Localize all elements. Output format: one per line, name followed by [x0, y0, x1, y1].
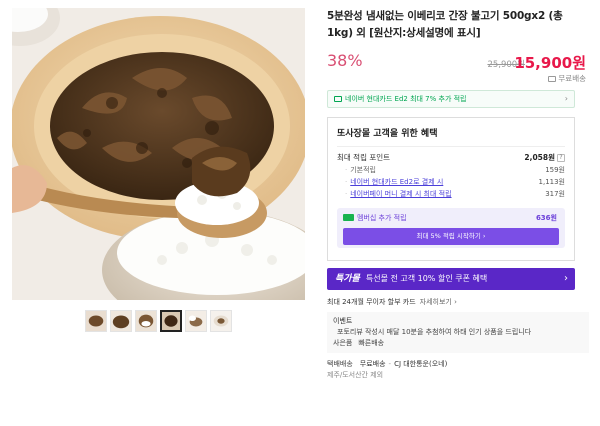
card-banner-text: 네이버 현대카드 Ed2 최대 7% 추가 적립 [345, 95, 467, 103]
points-item-value: 1,113원 [538, 178, 565, 186]
thumbnail-strip [85, 310, 232, 332]
membership-badge-icon [343, 214, 354, 221]
question-icon[interactable]: ? [557, 154, 565, 162]
membership-start-button[interactable]: 최대 5% 적립 시작하기 › [343, 228, 559, 245]
installment-text: 최대 24개월 무이자 할부 카드 [327, 298, 416, 306]
points-item-value: 159원 [545, 166, 565, 174]
region-note: 제주/도서산간 제외 [327, 371, 384, 379]
membership-value: 636원 [535, 214, 557, 222]
product-main-image[interactable] [12, 8, 305, 300]
product-info: 5분완성 냄새없는 이베리코 간장 불고기 500gx2 (총 1kg) 외 [… [327, 8, 589, 381]
points-item-card: · 네이버 현대카드 Ed2로 결제 시 1,113원 [337, 176, 565, 188]
thumbnail-6[interactable] [210, 310, 232, 332]
chevron-right-icon: › [564, 94, 568, 103]
max-points-row: 최대 적립 포인트 2,058원 ? [337, 152, 565, 164]
max-points-label: 최대 적립 포인트 [337, 153, 391, 162]
coupon-banner-text: 특선몰 전 고객 10% 할인 쿠폰 혜택 [365, 274, 488, 283]
points-item-npay-link[interactable]: 네이버페이 머니 결제 시 최대 적립 [350, 190, 451, 198]
points-item-npay: · 네이버페이 머니 결제 시 최대 적립 317원 [337, 188, 565, 200]
coupon-banner[interactable]: 특가몰 특선몰 전 고객 10% 할인 쿠폰 혜택 › [327, 268, 575, 290]
membership-label: 멤버십 추가 적립 [357, 214, 407, 222]
naver-card-banner[interactable]: 네이버 현대카드 Ed2 최대 7% 추가 적립 › [327, 90, 575, 108]
points-item-basic: · 기본적립 159원 [337, 164, 565, 176]
points-item-card-link[interactable]: 네이버 현대카드 Ed2로 결제 시 [350, 178, 443, 186]
price-row: 38% 25,900원 15,900원 [327, 49, 589, 79]
product-title: 5분완성 냄새없는 이베리코 간장 불고기 500gx2 (총 1kg) 외 [… [327, 10, 563, 39]
delivery-carrier: CJ 대한통운(오네) [394, 360, 448, 368]
product-page: 5분완성 냄새없는 이베리코 간장 불고기 500gx2 (총 1kg) 외 [… [0, 0, 600, 426]
event-title: 이벤트 [333, 317, 353, 325]
delivery-label: 택배배송 [327, 360, 353, 368]
thumbnail-3[interactable] [135, 310, 157, 332]
membership-section: 멤버십 추가 적립 636원 최대 5% 적립 시작하기 › [337, 208, 565, 248]
thumbnail-1[interactable] [85, 310, 107, 332]
thumbnail-2[interactable] [110, 310, 132, 332]
gift-label: 사은품 [333, 339, 353, 347]
card-icon [334, 96, 342, 102]
gift-value: 빠른배송 [358, 339, 385, 347]
chevron-right-icon: › [564, 273, 568, 284]
gift-row: 사은품 빠른배송 [333, 338, 583, 349]
delivery-fee: 무료배송 [359, 360, 386, 368]
event-description: 포토리뷰 작성시 매달 10분을 추첨하여 하태 인기 상품을 드립니다 [337, 328, 532, 336]
bullet-icon: · [345, 166, 348, 174]
max-points-value: 2,058원 [524, 153, 555, 162]
benefits-title: 또사장몰 고객을 위한 혜택 [337, 129, 438, 139]
discount-rate: 38% [327, 51, 363, 70]
delivery-row: 택배배송 무료배송 - CJ 대한통운(오네) [327, 358, 589, 370]
thumbnail-5[interactable] [185, 310, 207, 332]
separator: - [388, 360, 392, 368]
benefits-panel: 또사장몰 고객을 위한 혜택 최대 적립 포인트 2,058원 ? · 기본적립 … [327, 117, 575, 261]
installment-more-link[interactable]: 자세히보기 [420, 298, 457, 306]
points-item-value: 317원 [545, 190, 565, 198]
thumbnail-4-selected[interactable] [160, 310, 182, 332]
points-item-label: 기본적립 [350, 166, 376, 174]
membership-row: 멤버십 추가 적립 636원 [343, 213, 559, 223]
installment-row: 최대 24개월 무이자 할부 카드 자세히보기 [327, 296, 589, 308]
bullet-icon: · [345, 178, 348, 186]
coupon-brand-logo: 특가몰 [335, 274, 360, 284]
divider [337, 146, 565, 147]
event-section: 이벤트 포토리뷰 작성시 매달 10분을 추첨하여 하태 인기 상품을 드립니다… [327, 312, 589, 353]
sale-price: 15,900원 [514, 54, 586, 72]
bullet-icon: · [345, 190, 348, 198]
